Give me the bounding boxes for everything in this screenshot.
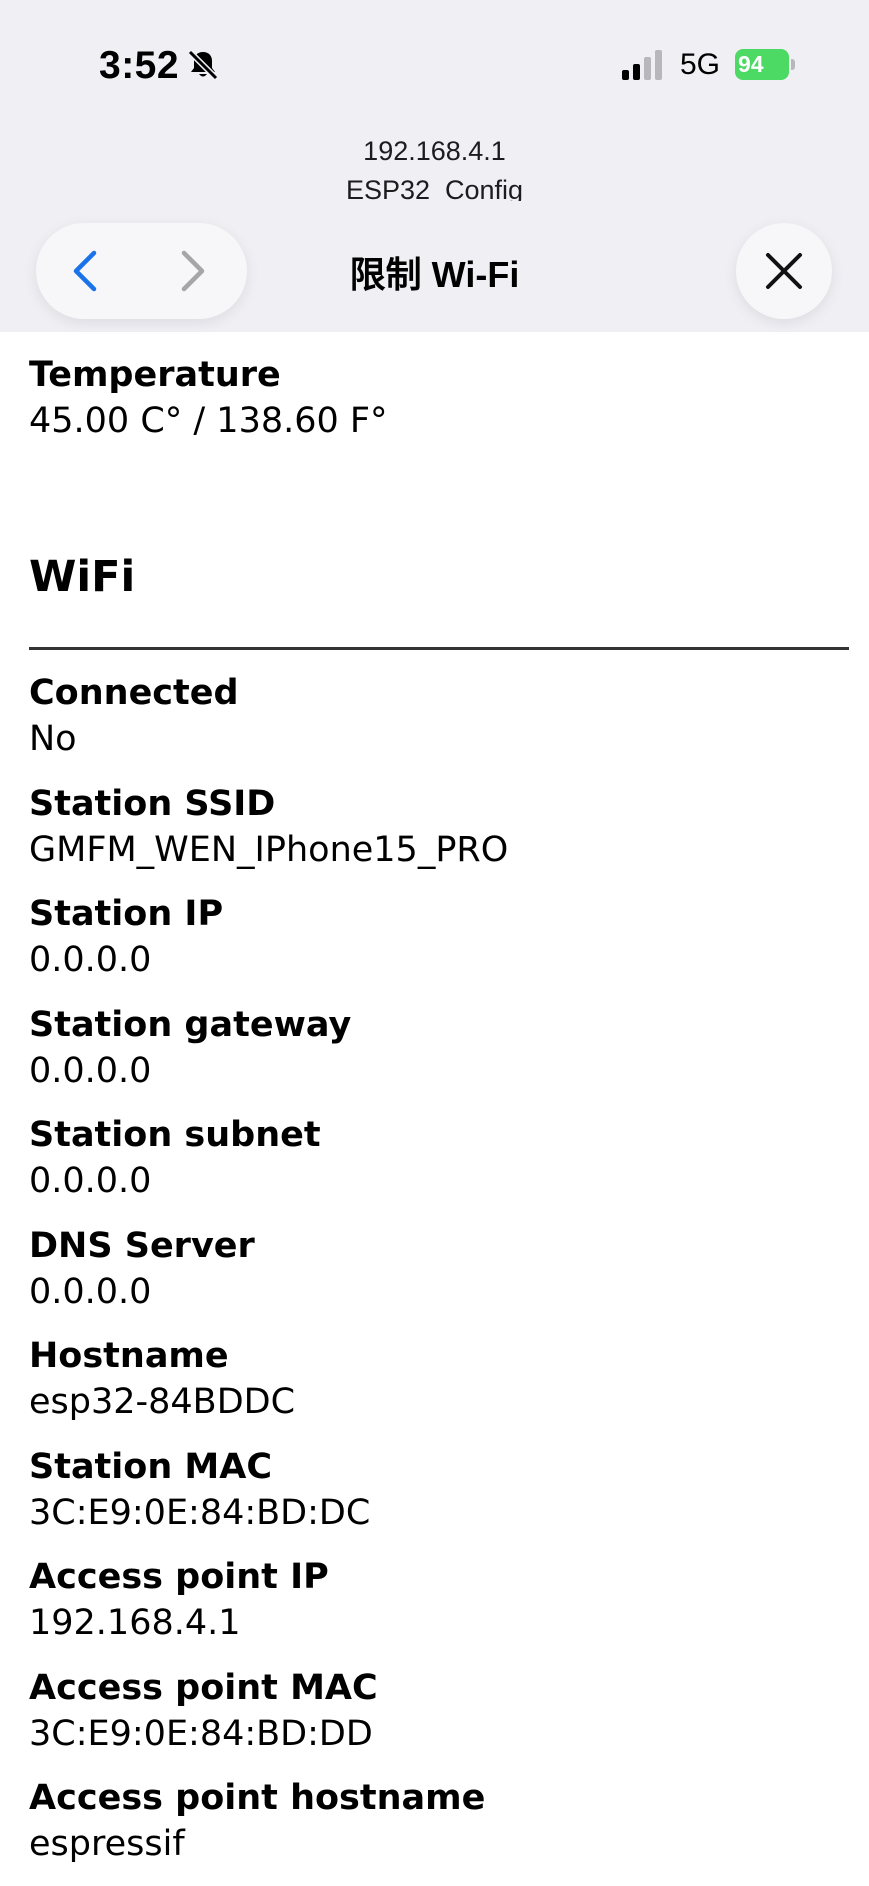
field-value: esp32-84BDDC [29, 1382, 296, 1422]
list-item: Access point hostname espressif [29, 1775, 849, 1886]
list-item: Station gateway 0.0.0.0 [29, 1002, 849, 1113]
field-value: 0.0.0.0 [29, 1161, 152, 1201]
list-item: Access point MAC 3C:E9:0E:84:BD:DD [29, 1665, 849, 1776]
field-value: 0.0.0.0 [29, 940, 152, 980]
cellular-signal-icon [622, 50, 662, 80]
list-item: Hostname esp32-84BDDC [29, 1333, 849, 1444]
field-value: GMFM_WEN_IPhone15_PRO [29, 829, 509, 870]
page-title: ESP32_Config [345, 175, 524, 201]
list-item: Connected No [29, 670, 849, 781]
section-divider [29, 647, 849, 650]
temperature-section: Temperature 45.00 C° / 138.60 F° [29, 352, 849, 444]
field-label: Access point MAC [29, 1667, 378, 1708]
field-label: Station IP [29, 894, 224, 934]
list-item: DNS Server 0.0.0.0 [29, 1223, 849, 1334]
status-time: 3:52 [99, 44, 180, 87]
temperature-label: Temperature [29, 355, 281, 395]
close-icon [766, 253, 802, 289]
page-url: 192.168.4.1 [363, 136, 506, 166]
bell-slash-icon [187, 49, 219, 81]
field-label: Hostname [29, 1336, 229, 1376]
field-label: Station gateway [29, 1004, 352, 1045]
browser-header: 3:52 5G 94 192.168.4.1 ESP32_Config 限制 W… [0, 0, 869, 332]
field-label: Station SSID [29, 783, 276, 824]
field-value: 0.0.0.0 [29, 1271, 152, 1312]
wifi-info-list: Connected No Station SSID GMFM_WEN_IPhon… [29, 670, 849, 1886]
list-item: Access point IP 192.168.4.1 [29, 1554, 849, 1665]
battery-level: 94 [735, 49, 789, 80]
field-value: No [29, 719, 77, 759]
battery-tip [791, 59, 795, 70]
field-label: Station MAC [29, 1446, 273, 1487]
close-button[interactable] [736, 223, 832, 319]
field-label: Access point hostname [29, 1778, 486, 1818]
list-item: Station IP 0.0.0.0 [29, 891, 849, 1002]
field-label: DNS Server [29, 1225, 255, 1266]
list-item: Station MAC 3C:E9:0E:84:BD:DC [29, 1444, 849, 1555]
field-value: 3C:E9:0E:84:BD:DD [29, 1713, 373, 1754]
wifi-section-title: WiFi [29, 552, 136, 602]
field-value: 3C:E9:0E:84:BD:DC [29, 1492, 371, 1533]
field-label: Access point IP [29, 1557, 329, 1597]
field-value: 0.0.0.0 [29, 1050, 152, 1091]
field-value: 192.168.4.1 [29, 1603, 241, 1643]
field-value: espressif [29, 1824, 185, 1864]
list-item: Station SSID GMFM_WEN_IPhone15_PRO [29, 781, 849, 892]
network-type: 5G [680, 48, 721, 81]
field-label: Connected [29, 673, 239, 713]
list-item: Station subnet 0.0.0.0 [29, 1112, 849, 1223]
battery-indicator: 94 [735, 49, 797, 80]
temperature-value: 45.00 C° / 138.60 F° [29, 401, 388, 441]
field-label: Station subnet [29, 1115, 321, 1155]
